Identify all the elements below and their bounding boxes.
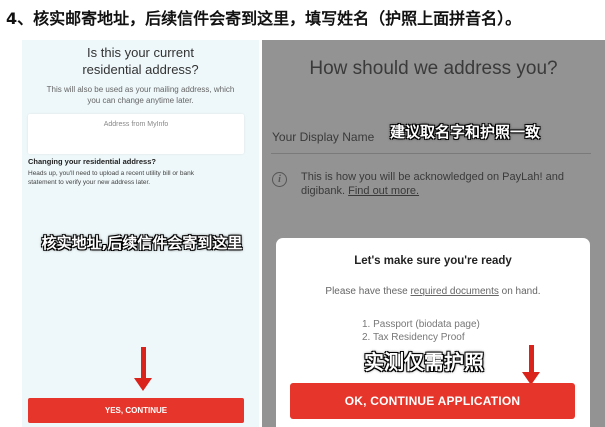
subtitle: This will also be used as your mailing a…	[38, 84, 243, 106]
yes-continue-button[interactable]: YES, CONTINUE	[28, 398, 244, 423]
title-line-1: Is this your current	[87, 45, 194, 60]
address-box: Address from MyInfo	[28, 114, 244, 154]
info-icon: i	[272, 172, 287, 187]
page-title: Is this your current residential address…	[22, 44, 259, 78]
left-annotation: 核实地址,后续信件会寄到这里	[41, 234, 243, 252]
change-address-title: Changing your residential address?	[28, 157, 156, 166]
subtitle-line-1: This will also be used as your mailing a…	[46, 85, 235, 94]
info-text: This is how you will be acknowledged on …	[301, 170, 591, 198]
address-box-label: Address from MyInfo	[103, 121, 169, 128]
continue-application-button[interactable]: OK, CONTINUE APPLICATION	[290, 383, 575, 419]
display-name-annotation: 建议取名字和护照一致	[390, 123, 541, 141]
list-item: 1. Passport (biodata page)	[362, 319, 480, 330]
required-documents-link[interactable]: required documents	[410, 286, 498, 297]
sheet-annotation: 实测仅需护照	[364, 350, 484, 374]
sheet-title: Let's make sure you're ready	[354, 255, 512, 267]
sheet-subtitle: Please have these required documents on …	[276, 286, 590, 297]
sheet-subtitle-prefix: Please have these	[325, 286, 408, 297]
title-line-2: residential address?	[82, 62, 199, 77]
left-arrow-head	[134, 378, 152, 391]
address-confirmation-screen: Is this your current residential address…	[22, 40, 259, 427]
info-text-body: This is how you will be acknowledged on …	[301, 171, 564, 197]
page-title: How should we address you?	[309, 58, 558, 79]
display-name-label: Your Display Name	[272, 130, 375, 144]
find-out-more-link[interactable]: Find out more.	[348, 185, 419, 197]
list-item: 2. Tax Residency Proof	[362, 332, 465, 343]
right-arrow-shaft	[529, 345, 534, 373]
change-address-text: Heads up, you'll need to upload a recent…	[28, 169, 243, 187]
left-arrow-shaft	[141, 347, 146, 379]
instruction-header: 4、核实邮寄地址，后续信件会寄到这里，填写姓名（护照上面拼音名）。	[6, 9, 522, 28]
change-text-line-1: Heads up, you'll need to upload a recent…	[28, 170, 195, 177]
display-name-screen: How should we address you? Your Display …	[262, 40, 605, 427]
documents-bottom-sheet: Let's make sure you're ready Please have…	[276, 238, 590, 427]
change-text-line-2: statement to verify your new address lat…	[28, 179, 151, 186]
subtitle-line-2: you can change anytime later.	[87, 96, 194, 105]
documents-list: 1. Passport (biodata page) 2. Tax Reside…	[362, 318, 480, 344]
sheet-subtitle-suffix: on hand.	[501, 286, 541, 297]
